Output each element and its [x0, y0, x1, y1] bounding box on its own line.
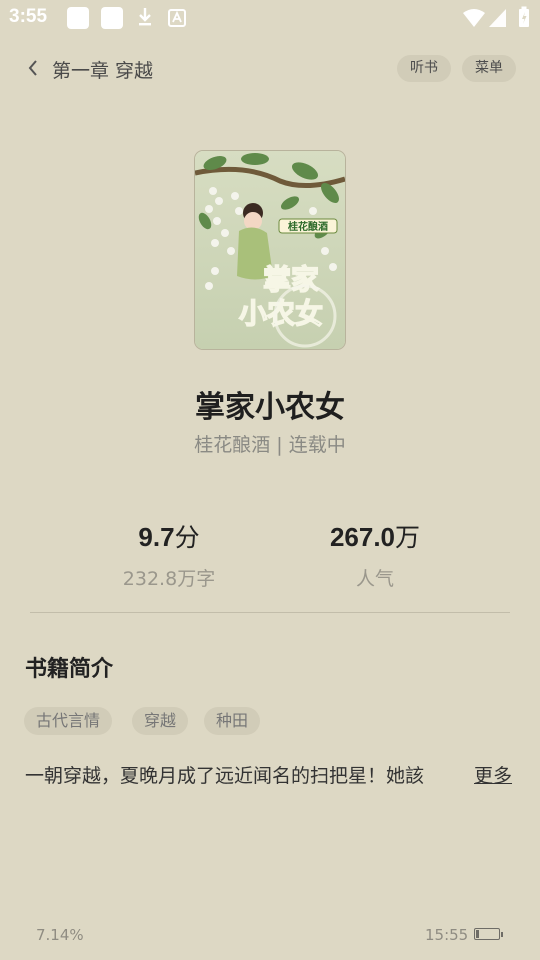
footer-battery-icon [474, 928, 503, 940]
listen-button[interactable]: 听书 [397, 55, 451, 82]
notification-box-icon [67, 7, 89, 29]
stat-popularity-label: 人气 [355, 568, 394, 590]
tag-ancient-romance[interactable]: 古代言情 [24, 707, 113, 735]
book-title: 掌家小农女 [195, 390, 345, 425]
stat-popularity-value: 267.0万 [329, 522, 421, 552]
tag-time-travel[interactable]: 穿越 [132, 707, 189, 735]
back-chevron-icon[interactable] [22, 56, 46, 80]
book-meta: 桂花酿酒 | 连载中 [194, 434, 346, 456]
reading-progress: 7.14% [36, 926, 84, 944]
battery-icon [519, 6, 529, 27]
stat-rating-value: 9.7分 [138, 522, 200, 552]
intro-text: 一朝穿越，夏晚月成了远近闻名的扫把星！她該 [25, 765, 425, 787]
cover-illustration: 桂花酿酒 掌家 小农女 [195, 151, 345, 349]
status-bar: 3:55 [0, 0, 540, 36]
stat-rating: 9.7分 232.8万字 [69, 520, 269, 591]
divider [30, 612, 510, 613]
more-link[interactable]: 更多 [474, 760, 512, 792]
svg-text:小农女: 小农女 [239, 297, 323, 330]
signal-icon [489, 9, 506, 27]
status-time: 3:55 [9, 6, 48, 27]
stat-popularity: 267.0万 人气 [275, 520, 475, 591]
footer-time: 15:55 [425, 926, 469, 944]
font-icon [168, 9, 186, 27]
wifi-icon [463, 9, 485, 27]
cover-author-text: 桂花酿酒 [287, 220, 328, 233]
menu-button[interactable]: 菜单 [462, 55, 516, 82]
book-cover[interactable]: 桂花酿酒 掌家 小农女 [195, 151, 345, 349]
stat-word-count: 232.8万字 [122, 568, 216, 590]
chapter-title[interactable]: 第一章 穿越 [52, 56, 153, 83]
tag-farming[interactable]: 种田 [204, 707, 261, 735]
battery-fill [476, 930, 480, 938]
section-title: 书籍简介 [25, 657, 114, 682]
download-icon [139, 8, 151, 26]
notification-box-icon [101, 7, 123, 29]
